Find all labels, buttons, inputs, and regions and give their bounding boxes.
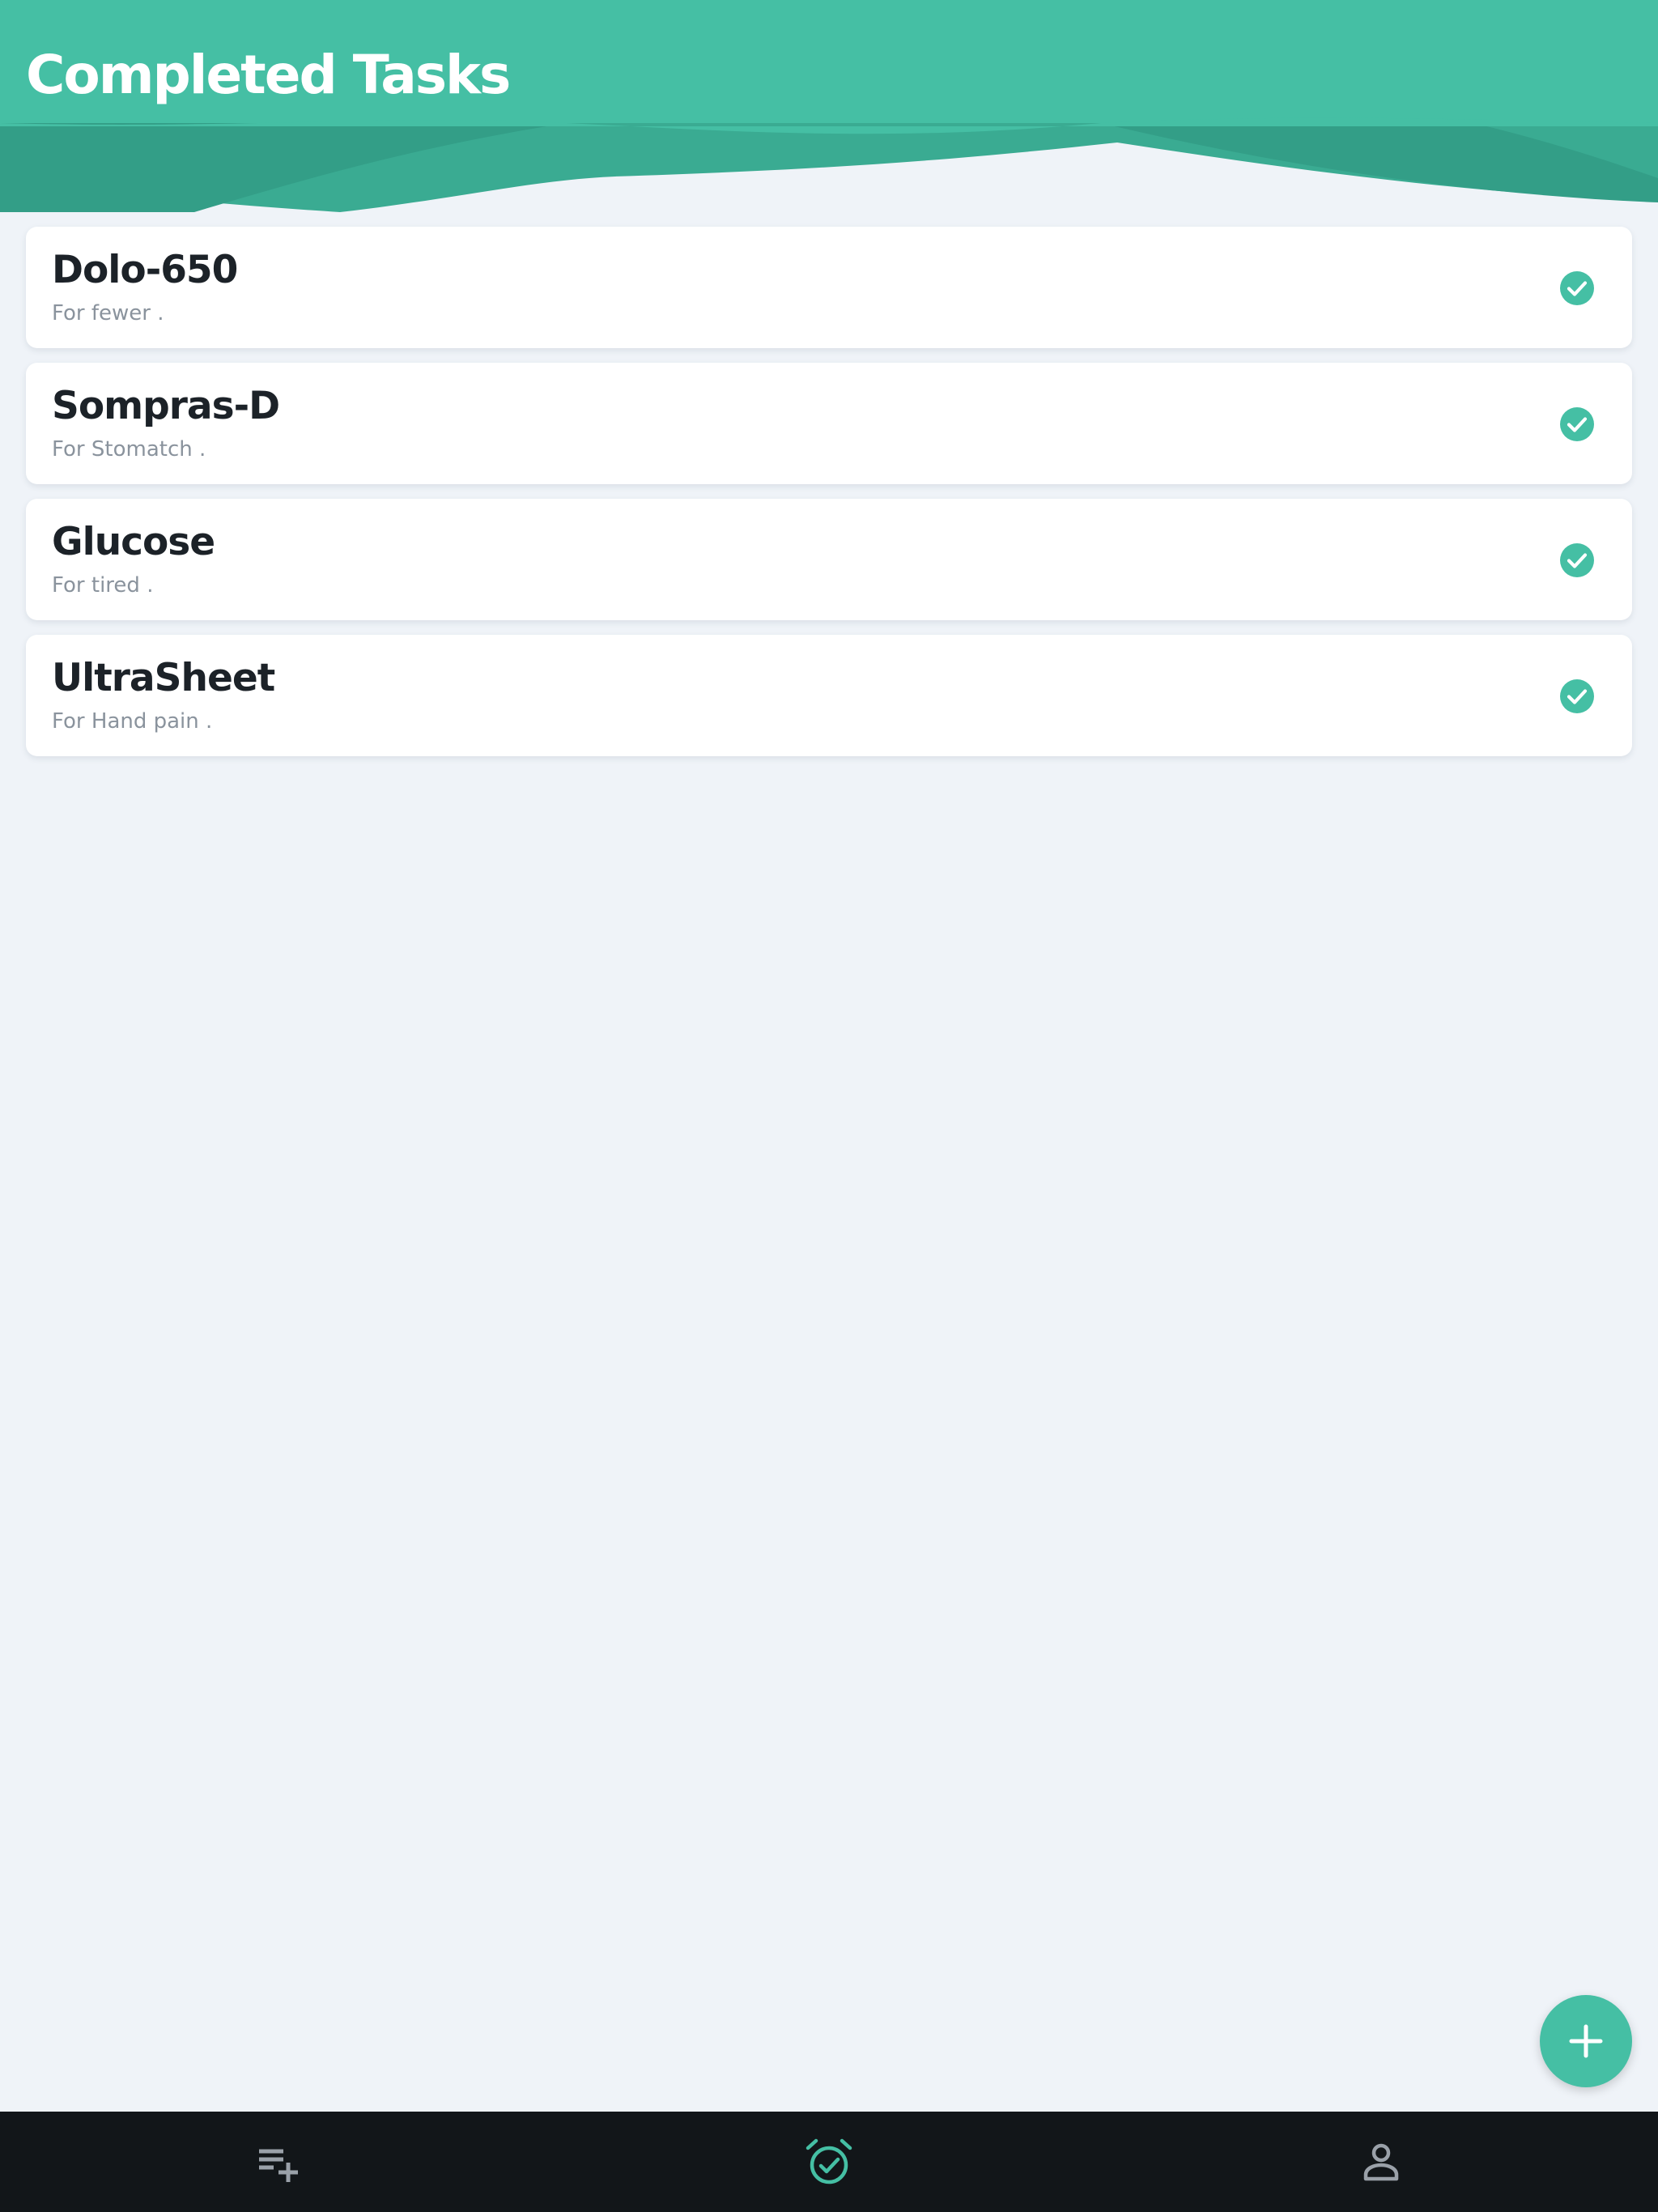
- task-title: Glucose: [52, 520, 215, 564]
- task-description: For fewer .: [52, 301, 164, 325]
- add-task-button[interactable]: [1540, 1995, 1632, 2087]
- task-list: Dolo-650 For fewer . Sompras-D For Stoma…: [26, 227, 1632, 771]
- bottom-navigation: [0, 2112, 1658, 2212]
- task-description: For Stomatch .: [52, 437, 206, 462]
- nav-item-add-task[interactable]: [249, 2134, 305, 2191]
- alarm-check-icon: [806, 2138, 852, 2184]
- page-title: Completed Tasks: [26, 44, 511, 106]
- nav-item-completed[interactable]: [801, 2134, 857, 2191]
- task-card[interactable]: Sompras-D For Stomatch .: [26, 363, 1632, 484]
- check-circle-icon[interactable]: [1559, 406, 1595, 442]
- playlist-add-icon: [259, 2149, 298, 2182]
- check-circle-icon[interactable]: [1559, 678, 1595, 714]
- header-wave-background: [0, 0, 1658, 219]
- task-description: For Hand pain .: [52, 709, 213, 734]
- check-circle-icon[interactable]: [1559, 270, 1595, 306]
- nav-item-profile[interactable]: [1353, 2134, 1409, 2191]
- task-card[interactable]: Dolo-650 For fewer .: [26, 227, 1632, 348]
- task-title: Dolo-650: [52, 248, 238, 292]
- task-title: Sompras-D: [52, 384, 280, 428]
- task-card[interactable]: UltraSheet For Hand pain .: [26, 635, 1632, 756]
- check-circle-icon[interactable]: [1559, 542, 1595, 578]
- plus-icon: [1569, 2024, 1603, 2058]
- person-icon: [1363, 2143, 1399, 2181]
- header: Completed Tasks: [0, 0, 1658, 219]
- task-card[interactable]: Glucose For tired .: [26, 499, 1632, 620]
- task-title: UltraSheet: [52, 656, 275, 700]
- task-description: For tired .: [52, 573, 154, 598]
